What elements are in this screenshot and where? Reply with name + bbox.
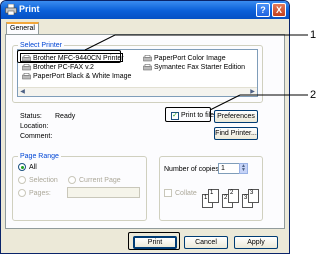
pages-input[interactable] — [67, 187, 140, 198]
number-of-copies-label: Number of copies: — [164, 166, 221, 173]
window-title: Print — [19, 4, 40, 14]
callout-number-2: 2 — [310, 89, 317, 101]
all-radio[interactable] — [18, 163, 26, 171]
scroll-right-icon[interactable]: ▶ — [248, 88, 257, 96]
scroll-left-icon[interactable]: ◀ — [18, 88, 27, 96]
apply-button[interactable]: Apply — [234, 236, 278, 249]
print-to-file-highlight-box — [165, 107, 211, 122]
current-page-label: Current Page — [79, 177, 121, 184]
printer-name: PaperPort Black & White Image — [33, 73, 132, 80]
status-label: Status: — [20, 113, 42, 120]
printer-icon — [143, 55, 152, 62]
spin-down-icon[interactable]: ▼ — [240, 168, 247, 173]
collate-label: Collate — [175, 190, 197, 197]
collate-illustration: 1 1 2 2 3 3 — [202, 189, 260, 211]
preferences-button[interactable]: Preferences — [214, 110, 258, 123]
collate-page: 1 — [208, 189, 219, 203]
print-button-highlight-box — [128, 232, 180, 250]
cancel-button[interactable]: Cancel — [184, 236, 228, 249]
printer-item-brother-pcfax[interactable]: Brother PC-FAX v.2 — [21, 63, 94, 72]
fax-icon — [143, 64, 152, 71]
printer-name: Symantec Fax Starter Edition — [154, 64, 246, 71]
close-button[interactable]: X — [272, 3, 286, 17]
printer-icon — [22, 73, 31, 80]
horizontal-scrollbar[interactable]: ◀ ▶ — [18, 87, 257, 96]
help-button[interactable]: ? — [256, 3, 270, 17]
comment-label: Comment: — [20, 133, 53, 140]
printer-name: Brother PC-FAX v.2 — [33, 64, 94, 71]
printer-item-symantec-fax[interactable]: Symantec Fax Starter Edition — [142, 63, 245, 72]
printer-icon — [5, 4, 17, 15]
collate-page: 3 — [248, 189, 259, 203]
callout-number-1: 1 — [310, 29, 317, 41]
find-printer-button[interactable]: Find Printer... — [214, 127, 258, 140]
location-label: Location: — [20, 123, 49, 130]
pages-radio[interactable] — [18, 189, 26, 197]
printer-highlight-box — [17, 50, 121, 63]
copies-spinner[interactable]: ▲ ▼ — [239, 163, 248, 174]
current-page-radio[interactable] — [68, 176, 76, 184]
title-bar[interactable]: Print ? X — [1, 1, 289, 19]
printer-item-paperport-bw[interactable]: PaperPort Black & White Image — [21, 72, 131, 81]
copies-input[interactable]: 1 — [218, 163, 240, 174]
collate-checkbox[interactable] — [164, 189, 172, 197]
selection-label: Selection — [29, 177, 58, 184]
all-label: All — [29, 164, 37, 171]
printer-name: PaperPort Color Image — [154, 55, 226, 62]
status-value: Ready — [55, 113, 76, 120]
page-range-legend: Page Range — [18, 152, 61, 161]
print-dialog: Print ? X General Select Printer Brother… — [0, 0, 290, 254]
pages-label: Pages: — [29, 190, 51, 197]
printer-item-paperport-color[interactable]: PaperPort Color Image — [142, 54, 226, 63]
collate-page: 2 — [228, 189, 239, 203]
selection-radio[interactable] — [18, 176, 26, 184]
fax-icon — [22, 64, 31, 71]
